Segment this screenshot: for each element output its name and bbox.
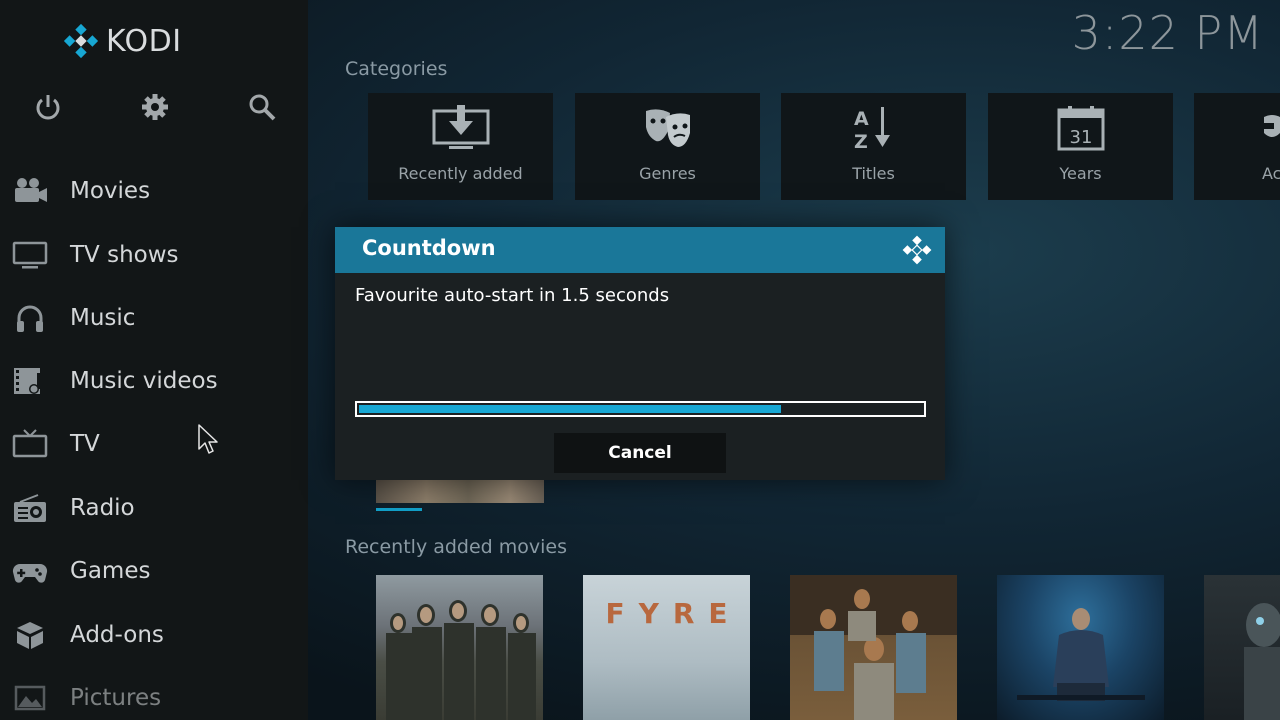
- movie-camera-icon: [15, 178, 47, 202]
- countdown-dialog: Countdown Favourite auto-start in 1.5 se…: [335, 227, 945, 480]
- power-icon[interactable]: [33, 92, 63, 122]
- dialog-title: Countdown: [362, 236, 496, 260]
- nav-label: Music: [70, 305, 136, 331]
- poster-soldiers[interactable]: [376, 575, 543, 720]
- row-indicator: [376, 508, 422, 511]
- poster-man-seated[interactable]: [997, 575, 1164, 720]
- sidebar: KODI Movies TV shows Music Music videos …: [0, 0, 308, 720]
- kodi-icon: [902, 235, 932, 265]
- dialog-message: Favourite auto-start in 1.5 seconds: [355, 285, 670, 306]
- logo-text: KODI: [106, 23, 182, 59]
- svg-text:Z: Z: [854, 131, 868, 151]
- nav-label: TV: [70, 431, 100, 457]
- nav-item-music-videos[interactable]: Music videos: [0, 354, 308, 408]
- nav-item-movies[interactable]: Movies: [0, 164, 308, 218]
- mouse-cursor-icon: [198, 424, 218, 454]
- kodi-logo[interactable]: KODI: [62, 22, 182, 60]
- poster-art: [386, 600, 536, 720]
- dialog-header: Countdown: [335, 227, 945, 273]
- category-years[interactable]: 31 Years: [988, 93, 1173, 200]
- radio-icon: [14, 494, 46, 522]
- nav-label: Add-ons: [70, 622, 164, 648]
- nav-item-radio[interactable]: Radio: [0, 481, 308, 535]
- calendar-day: 31: [1069, 127, 1092, 148]
- nav-label: Pictures: [70, 685, 162, 711]
- progress-fill: [359, 405, 781, 413]
- kodi-logo-icon: [63, 23, 99, 59]
- categories-title: Categories: [345, 58, 448, 80]
- category-label: Recently added: [398, 164, 523, 183]
- nav-item-music[interactable]: Music: [0, 291, 308, 345]
- search-icon[interactable]: [247, 92, 277, 122]
- poster-robot[interactable]: [1204, 575, 1280, 720]
- category-titles[interactable]: A Z Titles: [781, 93, 966, 200]
- nav-label: Games: [70, 558, 151, 584]
- poster-art: [1017, 608, 1145, 701]
- actors-icon: [1262, 115, 1280, 137]
- category-recently-added[interactable]: Recently added: [368, 93, 553, 200]
- category-label: Titles: [852, 164, 895, 183]
- recent-movies-title: Recently added movies: [345, 536, 568, 558]
- cancel-button[interactable]: Cancel: [554, 433, 726, 473]
- gear-icon[interactable]: [140, 92, 170, 122]
- category-genres[interactable]: Genres: [575, 93, 760, 200]
- category-label: Ac: [1262, 164, 1280, 183]
- nav-item-games[interactable]: Games: [0, 544, 308, 598]
- a-z-icon: A Z: [854, 107, 890, 151]
- nav-label: TV shows: [70, 242, 179, 268]
- clock: 3:22 PM: [1071, 6, 1264, 60]
- gamepad-icon: [12, 563, 48, 583]
- poster-title: FYRE: [605, 597, 742, 630]
- box-icon: [17, 622, 43, 649]
- poster-fyre[interactable]: FYRE: [583, 575, 750, 720]
- nav-label: Radio: [70, 495, 135, 521]
- picture-icon: [14, 685, 46, 711]
- film-music-icon: [14, 368, 40, 394]
- category-label: Genres: [639, 164, 696, 183]
- monitor-icon: [12, 241, 48, 269]
- poster-art: [790, 575, 957, 720]
- category-actors[interactable]: Ac: [1194, 93, 1280, 200]
- nav-label: Movies: [70, 178, 151, 204]
- nav-item-pictures[interactable]: Pictures: [0, 671, 308, 720]
- svg-text:A: A: [854, 108, 869, 130]
- poster-art: [1244, 603, 1280, 720]
- poster-family[interactable]: [790, 575, 957, 720]
- download-icon: [432, 105, 489, 149]
- headphones-icon: [17, 305, 43, 332]
- tv-icon: [12, 429, 48, 458]
- nav-item-add-ons[interactable]: Add-ons: [0, 608, 308, 662]
- nav-item-tv[interactable]: TV: [0, 417, 308, 471]
- nav-label: Music videos: [70, 368, 218, 394]
- countdown-progress-bar: [355, 401, 926, 417]
- masks-icon: [645, 109, 690, 147]
- calendar-icon: 31: [1057, 106, 1104, 151]
- category-label: Years: [1059, 164, 1102, 183]
- nav-item-tv-shows[interactable]: TV shows: [0, 228, 308, 282]
